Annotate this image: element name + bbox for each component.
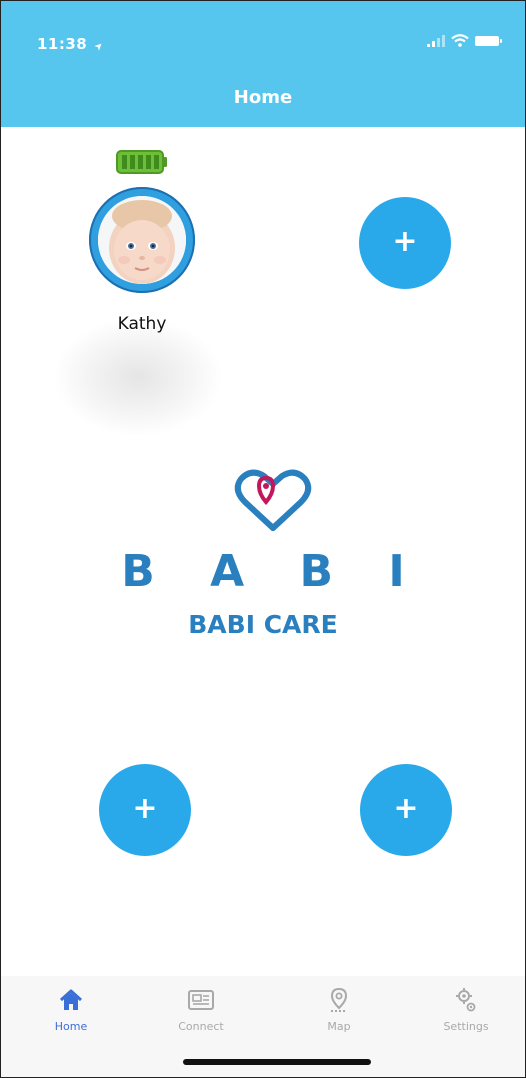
header-bar: 11:38 ➤ Home	[1, 1, 525, 127]
babi-wordmark: B A B I	[121, 546, 425, 597]
signal-icon	[427, 34, 445, 47]
home-indicator[interactable]	[183, 1059, 371, 1065]
tab-settings[interactable]: Settings	[416, 986, 516, 1033]
map-pin-icon	[330, 987, 348, 1012]
battery-icon	[116, 150, 167, 174]
profile-name: Kathy	[117, 314, 167, 334]
settings-icon	[456, 988, 476, 1012]
tab-label: Home	[54, 1020, 88, 1033]
wifi-icon	[451, 34, 469, 47]
tab-label: Map	[327, 1020, 351, 1033]
location-arrow-icon: ➤	[92, 39, 107, 54]
tab-label: Connect	[178, 1020, 224, 1033]
profile-avatar[interactable]	[89, 187, 195, 293]
add-profile-button[interactable]: +	[360, 764, 452, 856]
tab-map[interactable]: Map	[289, 986, 389, 1033]
plus-icon: +	[132, 791, 158, 826]
add-profile-button[interactable]: +	[359, 197, 451, 289]
baby-photo	[98, 196, 186, 284]
tab-label: Settings	[443, 1020, 489, 1033]
babi-care-subtitle: BABI CARE	[188, 610, 338, 639]
add-profile-button[interactable]: +	[99, 764, 191, 856]
home-icon	[59, 989, 83, 1010]
tab-home[interactable]: Home	[21, 986, 121, 1033]
plus-icon: +	[392, 224, 418, 259]
babi-logo-heart-icon	[234, 469, 312, 531]
tab-connect[interactable]: Connect	[151, 986, 251, 1033]
plus-icon: +	[393, 791, 419, 826]
connect-icon	[188, 990, 214, 1010]
page-title: Home	[233, 87, 293, 108]
profile-shadow	[53, 317, 223, 437]
baby-face-icon	[98, 196, 186, 284]
status-time: 11:38 ➤	[37, 35, 107, 54]
status-icons	[427, 34, 503, 47]
battery-status-icon	[475, 35, 502, 46]
app-screen: 11:38 ➤ Home Kathy + + + B A B I BABI CA…	[0, 0, 526, 1078]
